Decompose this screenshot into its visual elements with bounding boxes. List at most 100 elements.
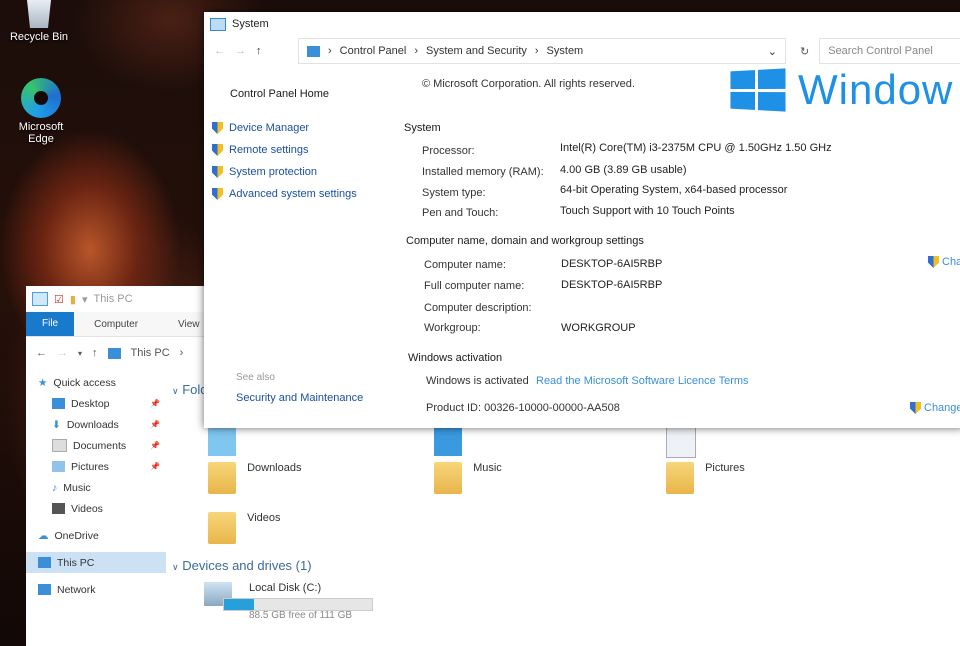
label-computer-description: Computer description: xyxy=(424,302,532,314)
computer-section-heading: Computer name, domain and workgroup sett… xyxy=(406,235,644,247)
copyright-text: © Microsoft Corporation. All rights rese… xyxy=(422,78,635,90)
pin-icon[interactable]: 📌 xyxy=(150,420,160,429)
nav-item-desktop[interactable]: Desktop 📌 xyxy=(26,393,166,414)
refresh-icon[interactable]: ↻ xyxy=(800,45,809,58)
spec-label-system-type: System type: xyxy=(422,187,486,199)
address-path[interactable]: This PC xyxy=(131,347,170,359)
link-label: Advanced system settings xyxy=(229,188,357,200)
nav-buttons: ← → ↑ xyxy=(204,45,294,57)
pin-icon[interactable]: 📌 xyxy=(150,462,160,471)
folder-tile-desktop[interactable] xyxy=(434,424,470,456)
desktop-icon-recycle-bin[interactable]: Recycle Bin xyxy=(4,0,74,43)
nav-label: This PC xyxy=(57,556,95,569)
search-input[interactable]: Search Control Panel xyxy=(819,38,960,64)
nav-label: OneDrive xyxy=(54,529,99,542)
forward-arrow-icon[interactable]: → xyxy=(235,45,246,57)
nav-network[interactable]: Network xyxy=(26,579,166,600)
dropdown-icon[interactable]: ▾ xyxy=(82,293,88,306)
remote-settings-link[interactable]: Remote settings xyxy=(212,144,308,156)
download-arrow-icon: ⬇ xyxy=(52,418,61,431)
pin-icon[interactable]: 📌 xyxy=(150,399,160,408)
pin-icon[interactable]: 📌 xyxy=(150,441,160,450)
explorer-title: This PC xyxy=(93,293,133,305)
device-manager-link[interactable]: Device Manager xyxy=(212,122,309,134)
spec-value-system-type: 64-bit Operating System, x64-based proce… xyxy=(560,184,788,196)
section-label: Devices and drives (1) xyxy=(182,558,312,573)
breadcrumb-system[interactable]: System xyxy=(547,45,584,57)
link-label: Remote settings xyxy=(229,144,309,156)
chevron-right-icon[interactable]: › xyxy=(180,347,184,359)
back-arrow-icon[interactable]: ← xyxy=(36,347,47,359)
link-label: System protection xyxy=(229,166,318,178)
devices-section-heading[interactable]: ∨ Devices and drives (1) xyxy=(172,558,312,573)
chevron-down-icon[interactable]: ⌄ xyxy=(768,45,777,58)
nav-item-videos[interactable]: Videos xyxy=(26,498,166,519)
shield-icon xyxy=(212,144,223,156)
breadcrumb-system-security[interactable]: System and Security xyxy=(426,45,527,57)
back-arrow-icon[interactable]: ← xyxy=(214,45,225,57)
link-label: Change xyxy=(924,402,960,414)
control-panel-home-link[interactable]: Control Panel Home xyxy=(230,88,329,100)
tab-file[interactable]: File xyxy=(26,312,75,336)
nav-label: Videos xyxy=(71,502,103,515)
nav-item-downloads[interactable]: ⬇ Downloads 📌 xyxy=(26,414,166,435)
pictures-folder-icon xyxy=(666,462,694,494)
desktop-icon-label: Microsoft Edge xyxy=(18,121,64,145)
nav-onedrive[interactable]: ☁ OneDrive xyxy=(26,525,166,546)
change-product-key-link[interactable]: Change xyxy=(910,402,960,414)
spec-value-ram: 4.00 GB (3.89 GB usable) xyxy=(560,164,687,176)
nav-this-pc[interactable]: This PC xyxy=(26,552,166,573)
downloads-folder-icon xyxy=(208,462,236,494)
folder-tile-documents[interactable] xyxy=(666,424,704,458)
nav-item-pictures[interactable]: Pictures 📌 xyxy=(26,456,166,477)
checkmark-icon[interactable]: ☑ xyxy=(54,293,64,306)
breadcrumb-control-panel[interactable]: Control Panel xyxy=(340,45,407,57)
folder-tile-pictures[interactable]: Pictures xyxy=(666,462,745,494)
desktop-icon-label: Recycle Bin xyxy=(9,31,69,43)
chevron-right-icon: › xyxy=(534,45,539,57)
star-icon: ★ xyxy=(38,376,48,389)
breadcrumb[interactable]: › Control Panel › System and Security › … xyxy=(298,38,786,64)
nav-quick-access[interactable]: ★ Quick access xyxy=(26,372,166,393)
folder-tile-music[interactable]: Music xyxy=(434,462,502,494)
folder-icon[interactable]: ▮ xyxy=(70,293,76,306)
videos-folder-icon xyxy=(208,512,236,544)
change-settings-link[interactable]: Cha xyxy=(928,256,960,268)
chevron-right-icon: › xyxy=(414,45,418,57)
windows-flag-icon xyxy=(730,68,786,112)
system-protection-link[interactable]: System protection xyxy=(212,166,317,178)
value-workgroup: WORKGROUP xyxy=(561,322,636,334)
spec-label-processor: Processor: xyxy=(422,145,475,157)
activation-section-heading: Windows activation xyxy=(408,352,503,364)
nav-item-music[interactable]: ♪ Music xyxy=(26,477,166,498)
folder-tile-videos[interactable]: Videos xyxy=(208,512,281,544)
system-titlebar: System xyxy=(204,12,960,36)
desktop-icon xyxy=(52,398,65,409)
shield-icon xyxy=(910,402,921,414)
desktop-icon-edge[interactable]: Microsoft Edge xyxy=(6,78,76,145)
value-full-computer-name: DESKTOP-6AI5RBP xyxy=(561,279,663,291)
licence-terms-link[interactable]: Read the Microsoft Software Licence Term… xyxy=(536,375,749,387)
folder-label: Downloads xyxy=(247,461,302,474)
link-label: Cha xyxy=(942,256,960,268)
windows-logo: Window xyxy=(728,66,953,114)
windows-logo-text: Window xyxy=(798,66,954,113)
tab-computer[interactable]: Computer xyxy=(74,319,158,330)
up-arrow-icon[interactable]: ↑ xyxy=(256,45,262,57)
up-arrow-icon[interactable]: ↑ xyxy=(92,347,98,359)
security-maintenance-link[interactable]: Security and Maintenance xyxy=(236,392,363,404)
nav-item-documents[interactable]: Documents 📌 xyxy=(26,435,166,456)
nav-label: Desktop xyxy=(71,397,110,410)
this-pc-icon xyxy=(38,557,51,568)
folder-tile-3d-objects[interactable] xyxy=(208,424,244,456)
desktop-folder-icon xyxy=(434,424,462,456)
advanced-system-settings-link[interactable]: Advanced system settings xyxy=(212,188,357,200)
nav-label: Network xyxy=(57,583,96,596)
folder-label: Pictures xyxy=(705,461,745,474)
recent-dropdown-icon[interactable]: ▾ xyxy=(78,349,82,358)
forward-arrow-icon[interactable]: → xyxy=(57,347,68,359)
folder-tile-downloads[interactable]: Downloads xyxy=(208,462,301,494)
shield-icon xyxy=(212,122,223,134)
explorer-nav-pane: ★ Quick access Desktop 📌 ⬇ Downloads 📌 D… xyxy=(26,372,166,600)
folder-label: Music xyxy=(473,461,502,474)
